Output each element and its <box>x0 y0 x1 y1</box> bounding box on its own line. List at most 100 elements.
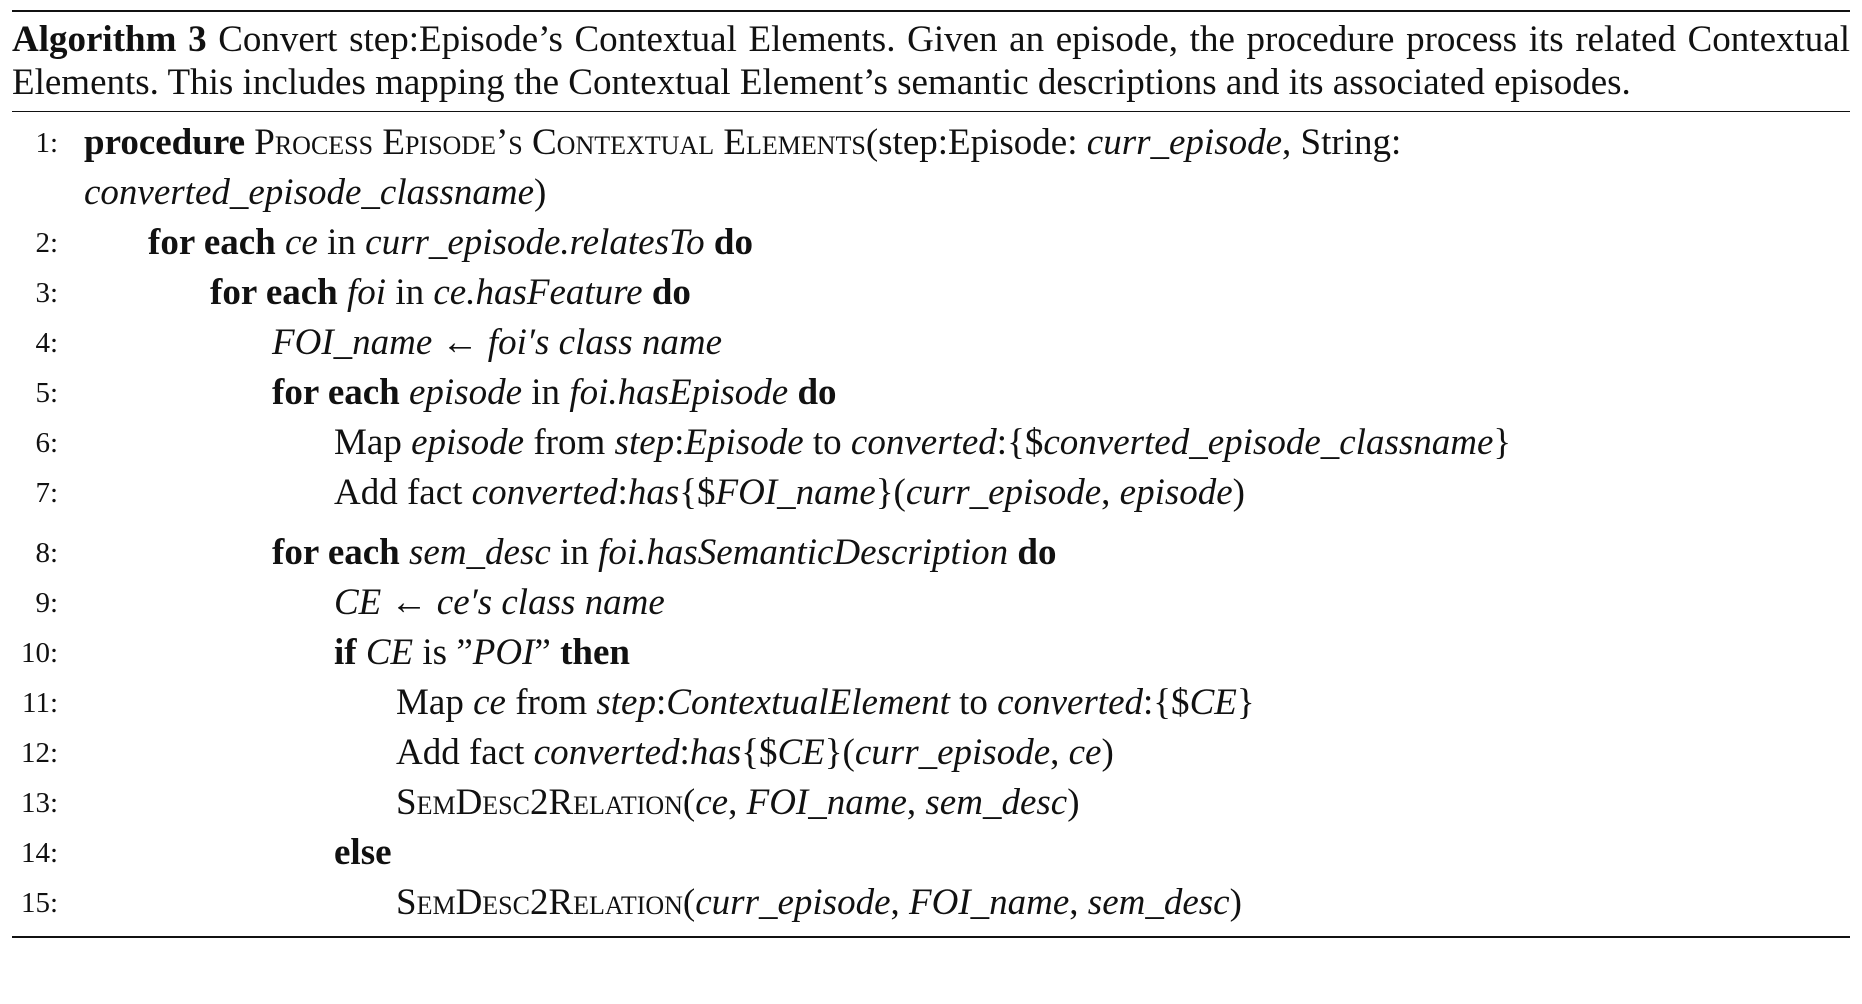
text-in: in <box>386 272 434 313</box>
line-number: 6: <box>35 427 58 459</box>
line-number: 8: <box>35 537 58 569</box>
text-colon: : <box>674 422 685 463</box>
line-code: SemDesc2Relation(ce, FOI_name, sem_desc) <box>396 778 1080 828</box>
var-ce-upper: CE <box>1189 682 1237 723</box>
var-foi: foi <box>347 272 387 313</box>
text-comma: , <box>890 882 909 923</box>
line-code: Add fact converted:has{$FOI_name}(curr_e… <box>334 468 1245 518</box>
algorithm-line-9: 9: CE ← ce′s class name <box>12 578 1850 628</box>
line-code: else <box>334 828 392 878</box>
algorithm-line-13: 13: SemDesc2Relation(ce, FOI_name, sem_d… <box>12 778 1850 828</box>
keyword-for-each: for each <box>272 372 400 413</box>
line-number: 9: <box>35 587 58 619</box>
text-brace-close: } <box>1236 682 1255 723</box>
literal-poi: POI <box>472 632 535 673</box>
assign-arrow: ← <box>381 582 437 623</box>
text-comma: , <box>1050 732 1069 773</box>
line-number: 4: <box>35 327 58 359</box>
text-add-fact: Add fact <box>334 472 472 513</box>
algorithm-caption: Algorithm 3 Convert step:Episode’s Conte… <box>12 12 1850 111</box>
property-has: has <box>627 472 680 513</box>
var-foi-name: FOI_name <box>909 882 1070 923</box>
var-ce: ce <box>285 222 318 263</box>
algorithm-line-4: 4: FOI_name ← foi′s class name <box>12 318 1850 368</box>
keyword-then: then <box>560 632 630 673</box>
line-number: 2: <box>35 227 58 259</box>
line-code: CE ← ce′s class name <box>334 578 665 628</box>
var-curr-episode: curr_episode <box>695 882 891 923</box>
text-to: to <box>949 682 998 723</box>
var-sem-desc: sem_desc <box>1087 882 1230 923</box>
line-number: 11: <box>22 687 58 719</box>
line-code: Map ce from step:ContextualElement to co… <box>396 678 1255 728</box>
algorithm-line-10: 10: if CE is ”POI” then <box>12 628 1850 678</box>
line-code: SemDesc2Relation(curr_episode, FOI_name,… <box>396 878 1242 928</box>
assign-arrow: ← <box>432 322 488 363</box>
line-code: procedure Process Episode’s Contextual E… <box>84 118 1401 168</box>
line-number: 1: <box>35 127 58 159</box>
line-code: for each episode in foi.hasEpisode do <box>272 368 837 418</box>
algorithm-line-6: 6: Map episode from step:Episode to conv… <box>12 418 1850 468</box>
line-code: converted_episode_classname) <box>84 168 546 218</box>
algorithm-line-2: 2: for each ce in curr_episode.relatesTo… <box>12 218 1850 268</box>
prefix-converted: converted <box>997 682 1144 723</box>
algorithm-line-3: 3: for each foi in ce.hasFeature do <box>12 268 1850 318</box>
algorithm-line-11: 11: Map ce from step:ContextualElement t… <box>12 678 1850 728</box>
var-curr-episode: curr_episode <box>905 472 1102 513</box>
var-sem-desc: sem_desc <box>925 782 1068 823</box>
prefix-converted: converted <box>850 422 997 463</box>
text-brace-open: :{$ <box>996 422 1044 463</box>
text-brace-open: {$ <box>679 472 716 513</box>
line-number: 15: <box>20 887 58 919</box>
expr-relates-to: curr_episode.relatesTo <box>365 222 705 263</box>
text-comma: , <box>1101 472 1120 513</box>
line-number: 7: <box>35 477 58 509</box>
text-brace-open: {$ <box>741 732 778 773</box>
text-from: from <box>524 422 615 463</box>
var-ce-upper: CE <box>334 582 382 623</box>
var-episode: episode <box>1119 472 1233 513</box>
text-colon: : <box>655 682 667 723</box>
line-code: for each sem_desc in foi.hasSemanticDesc… <box>272 528 1056 578</box>
keyword-do: do <box>1017 532 1057 573</box>
text-comma: , <box>1069 882 1088 923</box>
keyword-do: do <box>797 372 837 413</box>
expr-has-feature: ce.hasFeature <box>433 272 643 313</box>
algorithm-line-1-continued: converted_episode_classname) <box>12 168 1850 218</box>
keyword-if: if <box>334 632 357 673</box>
text-in: in <box>317 222 366 263</box>
algorithm-line-12: 12: Add fact converted:has{$CE}(curr_epi… <box>12 728 1850 778</box>
line-code: Add fact converted:has{$CE}(curr_episode… <box>396 728 1114 778</box>
var-episode: episode <box>409 372 523 413</box>
line-code: FOI_name ← foi′s class name <box>272 318 722 368</box>
prefix-converted: converted <box>471 472 618 513</box>
algorithm-block: Algorithm 3 Convert step:Episode’s Conte… <box>12 10 1850 938</box>
text-brace-paren: }( <box>875 472 906 513</box>
expr-ce-class-name: ce′s class name <box>436 582 665 623</box>
var-foi-name: FOI_name <box>715 472 876 513</box>
algorithm-line-15: 15: SemDesc2Relation(curr_episode, FOI_n… <box>12 878 1850 928</box>
algorithm-line-7: 7: Add fact converted:has{$FOI_name}(cur… <box>12 468 1850 518</box>
text-map: Map <box>396 682 474 723</box>
keyword-for-each: for each <box>272 532 400 573</box>
class-contextual-element: ContextualElement <box>666 682 950 723</box>
call-semdesc2relation: SemDesc2Relation <box>396 882 683 923</box>
var-curr-episode: curr_episode <box>854 732 1051 773</box>
prefix-step: step <box>596 682 656 723</box>
keyword-for-each: for each <box>148 222 276 263</box>
text-is: is ” <box>413 632 473 673</box>
line-number: 12: <box>20 737 58 769</box>
line-code: if CE is ”POI” then <box>334 628 630 678</box>
text-brace-close: } <box>1493 422 1512 463</box>
text-paren-close: ) <box>1101 732 1114 773</box>
expr-foi-class-name: foi′s class name <box>487 322 722 363</box>
procedure-args-open: (step:Episode: <box>865 122 1087 163</box>
text-in: in <box>522 372 570 413</box>
var-ce: ce <box>473 682 506 723</box>
text-paren-open: ( <box>682 882 696 923</box>
text-from: from <box>505 682 597 723</box>
text-brace-open: :{$ <box>1143 682 1190 723</box>
line-number: 5: <box>35 377 58 409</box>
text-paren-close: ) <box>1067 782 1080 823</box>
text-quote-close: ” <box>534 632 561 673</box>
